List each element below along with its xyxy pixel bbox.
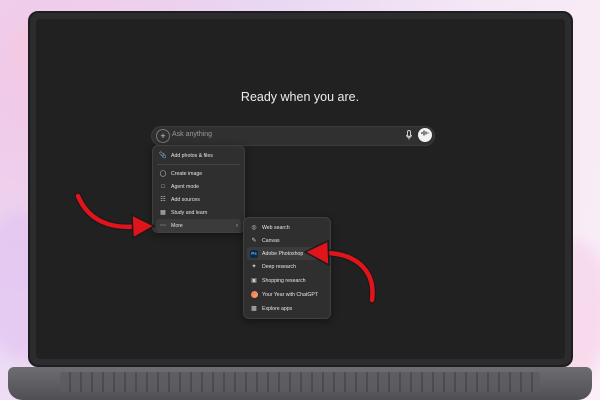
menu-item-label: Add sources (171, 196, 200, 203)
laptop-keyboard (60, 372, 540, 392)
paperclip-icon: 📎 (159, 153, 167, 159)
globe-icon: ◎ (251, 225, 257, 231)
plus-icon[interactable]: + (156, 129, 170, 143)
menu-item-agent-mode[interactable]: □ Agent mode (156, 180, 241, 193)
book-icon: ▦ (160, 210, 166, 216)
year-icon (250, 291, 258, 298)
ellipsis-icon: ⋯ (160, 223, 166, 229)
chevron-right-icon: › (236, 222, 238, 229)
attach-menu: 📎 Add photos & files ◯ Create image □ Ag… (152, 145, 245, 233)
menu-item-label: Shopping research (262, 277, 306, 284)
menu-item-add-sources[interactable]: ☷ Add sources (156, 193, 241, 206)
menu-item-label: Agent mode (171, 183, 199, 190)
menu-item-label: Create image (171, 170, 203, 177)
canvas-icon: ✎ (251, 238, 257, 244)
menu-item-label: Add photos & files (171, 152, 213, 159)
prompt-composer[interactable]: + Ask anything (151, 126, 435, 146)
annotation-arrow-more (74, 192, 156, 240)
menu-item-label: More (171, 222, 183, 229)
annotation-arrow-photoshop (303, 239, 376, 304)
photoshop-icon: Ps (250, 249, 258, 258)
apps-icon: ▩ (251, 306, 257, 312)
menu-item-label: Web search (262, 224, 290, 231)
menu-item-label: Deep research (262, 263, 297, 270)
prompt-input[interactable]: Ask anything (172, 131, 212, 138)
page-headline: Ready when you are. (240, 90, 360, 104)
sources-icon: ☷ (160, 197, 166, 203)
menu-item-add-photos-files[interactable]: 📎 Add photos & files (156, 149, 241, 162)
menu-item-more[interactable]: ⋯ More › (156, 219, 241, 232)
menu-item-label: Canvas (262, 237, 280, 244)
bag-icon: ▣ (251, 278, 257, 284)
telescope-icon: ✦ (251, 264, 257, 270)
microphone-icon[interactable] (406, 130, 412, 140)
voice-mode-button[interactable] (418, 128, 432, 142)
menu-item-create-image[interactable]: ◯ Create image (156, 167, 241, 180)
menu-item-label: Adobe Photoshop (262, 250, 304, 257)
agent-icon: □ (161, 183, 165, 190)
image-icon: ◯ (159, 171, 167, 177)
menu-divider (157, 164, 240, 165)
menu-item-study-and-learn[interactable]: ▦ Study and learn (156, 206, 241, 219)
menu-item-label: Explore apps (262, 305, 293, 312)
menu-item-label: Study and learn (171, 209, 208, 216)
